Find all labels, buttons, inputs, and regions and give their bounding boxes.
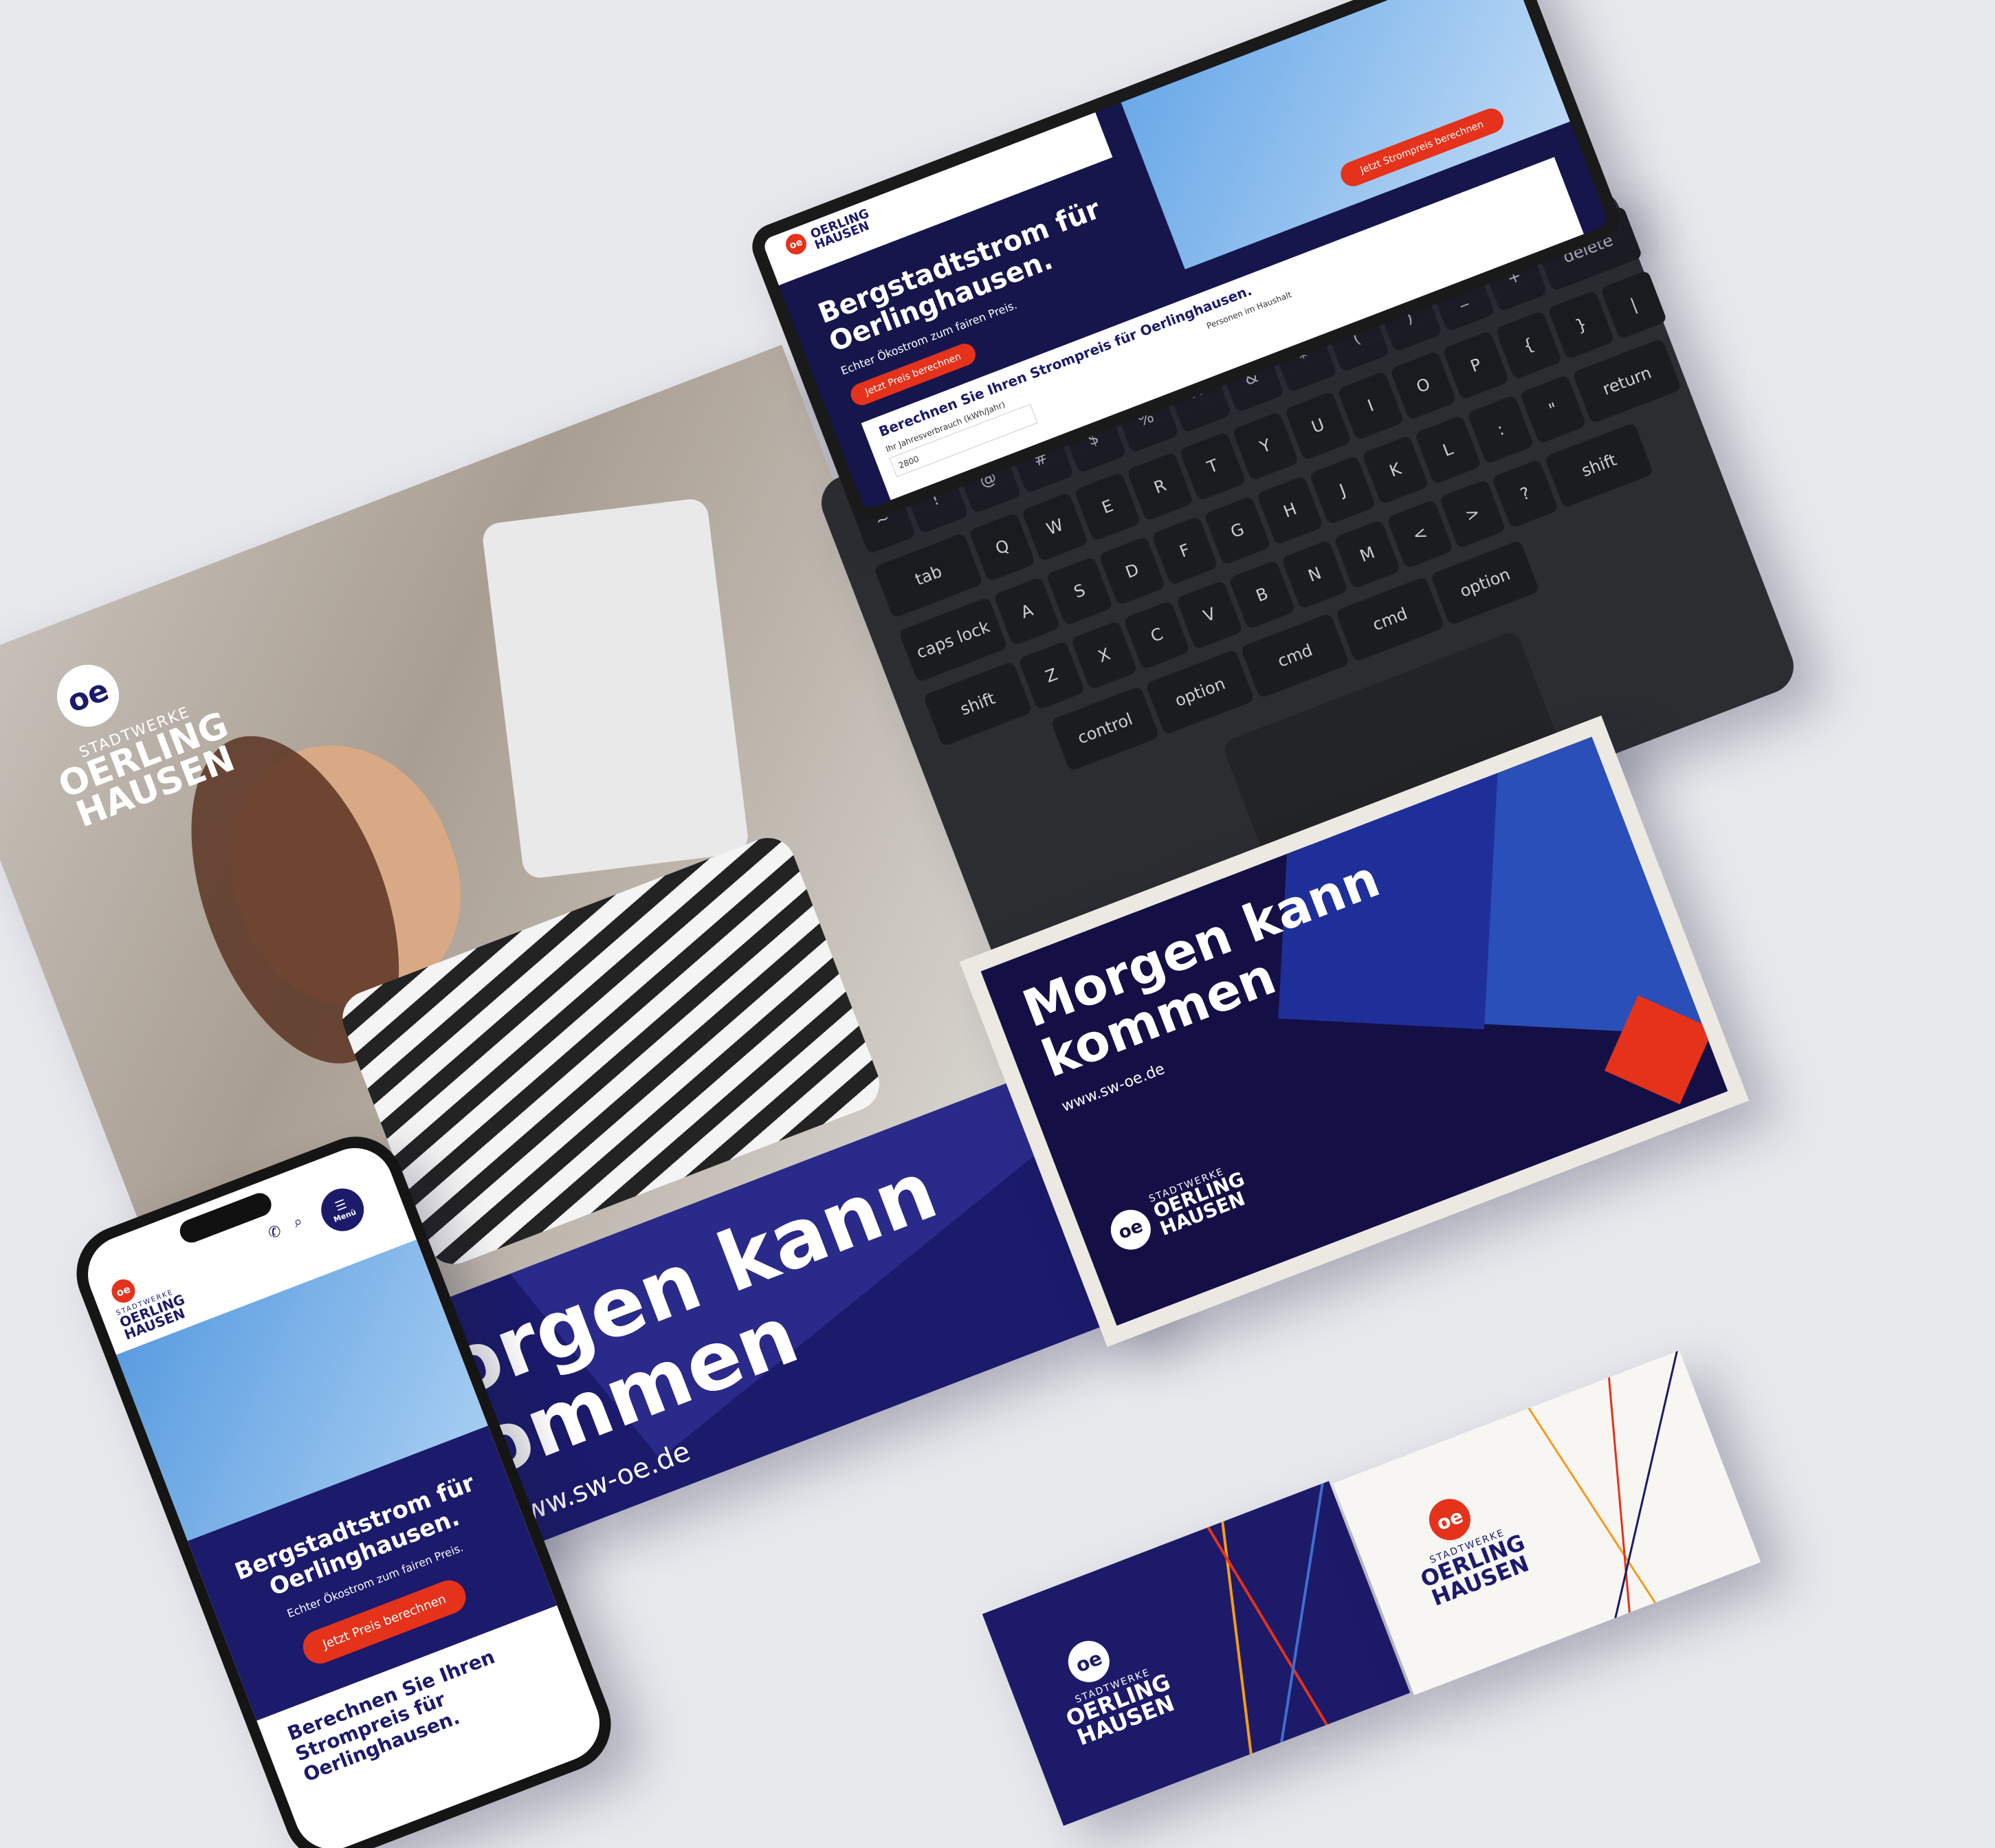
photo-tablet-shape — [481, 497, 750, 880]
card2-line-orange — [1514, 1387, 1674, 1630]
card2-logo-icon: oe — [1423, 1493, 1477, 1546]
phone-menu-button[interactable]: ☰ Menü — [315, 1182, 371, 1238]
card2-brand-text: STADTWERKE OERLING HAUSEN — [1415, 1524, 1535, 1612]
business-card-white: oe STADTWERKE OERLING HAUSEN — [1332, 1350, 1761, 1695]
flyer-logo-icon: oe — [1105, 1204, 1157, 1256]
card1-logo-icon: oe — [1062, 1634, 1116, 1688]
poster-logo-icon: oe — [47, 655, 129, 736]
phone-search-icon[interactable]: ⌕ — [291, 1209, 314, 1233]
card1-line-orange — [1218, 1497, 1257, 1785]
phone-phone-icon[interactable]: ✆ — [266, 1220, 289, 1244]
phone-logo-icon: oe — [108, 1275, 139, 1306]
business-card-navy: oe STADTWERKE OERLING HAUSEN — [982, 1481, 1411, 1826]
card1-line-blue — [1277, 1481, 1325, 1760]
flyer-brand-text: STADTWERKE OERLING HAUSEN — [1147, 1162, 1254, 1240]
phone-notch — [176, 1189, 275, 1246]
key-cmd-r4c3[interactable]: cmd — [1335, 576, 1445, 663]
mockup-scene: oe oe STADTWERKE OERLING HAUSEN orgen ka… — [0, 0, 1995, 1848]
card1-line-red — [1193, 1504, 1345, 1754]
